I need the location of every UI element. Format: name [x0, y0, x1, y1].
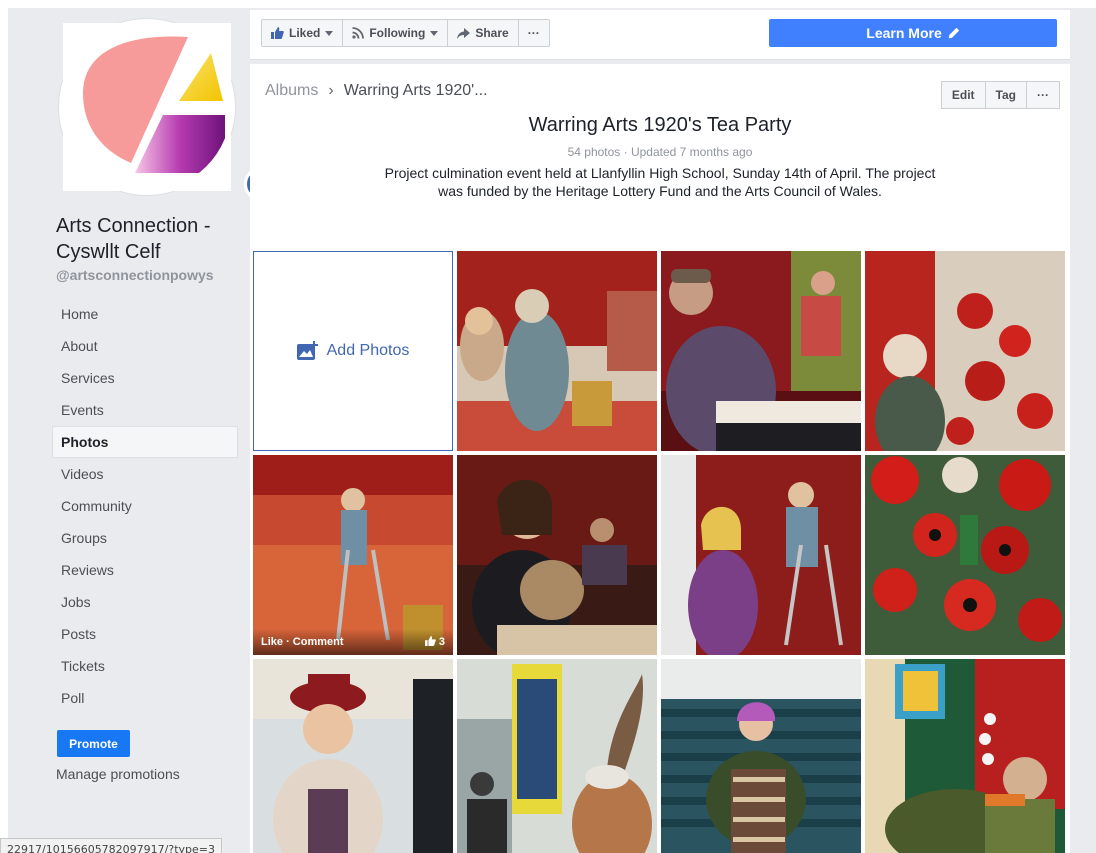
thumbs-up-icon — [424, 636, 436, 646]
nav-item-jobs[interactable]: Jobs — [52, 586, 238, 618]
photo-two-women-ladder — [661, 455, 861, 655]
pencil-icon — [948, 27, 959, 39]
profile-picture[interactable] — [58, 18, 278, 201]
photo-poppy-closeup — [865, 455, 1065, 655]
photo-girl-puppet — [457, 455, 657, 655]
photo-thumbnail[interactable] — [661, 455, 861, 655]
action-button-group: Liked Following Share ··· — [261, 19, 550, 47]
photo-thumbnail[interactable]: Like · Comment 3 — [253, 455, 453, 655]
add-photo-icon — [296, 341, 318, 360]
following-button[interactable]: Following — [342, 19, 449, 47]
like-count: 3 — [424, 636, 445, 648]
learn-more-button[interactable]: Learn More — [769, 19, 1057, 47]
photo-piano-player — [661, 251, 861, 451]
rss-icon — [352, 27, 365, 39]
page-handle[interactable]: @artsconnectionpowys — [56, 267, 214, 283]
liked-label: Liked — [289, 26, 321, 40]
left-sidebar: Arts Connection - Cyswllt Celf @artsconn… — [8, 8, 278, 853]
chevron-down-icon — [325, 30, 334, 36]
photo-thumbnail[interactable] — [457, 455, 657, 655]
add-photos-tile[interactable]: Add Photos — [253, 251, 453, 451]
breadcrumb-separator: › — [328, 82, 334, 99]
breadcrumb-albums-link[interactable]: Albums — [265, 82, 318, 100]
photo-woman-red-hat — [253, 659, 453, 853]
album-more-button[interactable]: ··· — [1026, 81, 1060, 109]
nav-item-events[interactable]: Events — [52, 394, 238, 426]
breadcrumb-current: Warring Arts 1920'... — [343, 82, 488, 99]
add-photos-label: Add Photos — [326, 342, 410, 359]
nav-item-photos[interactable]: Photos — [52, 426, 238, 458]
nav-item-services[interactable]: Services — [52, 362, 238, 394]
more-actions-button[interactable]: ··· — [517, 19, 550, 47]
share-label: Share — [475, 26, 509, 40]
nav-item-about[interactable]: About — [52, 330, 238, 362]
nav-item-community[interactable]: Community — [52, 490, 238, 522]
status-bar-url: 22917/10156605782097917/?type=3 — [0, 838, 223, 853]
page-action-bar: Liked Following Share ··· Learn More — [250, 10, 1070, 60]
nav-item-videos[interactable]: Videos — [52, 458, 238, 490]
photo-thumbnail[interactable] — [865, 251, 1065, 451]
chevron-down-icon — [430, 30, 439, 36]
share-arrow-icon — [457, 27, 471, 39]
album-description: Project culmination event held at Llanfy… — [384, 165, 936, 199]
album-panel: Albums › Warring Arts 1920'... Edit Tag … — [250, 64, 1070, 853]
photo-thumbnail[interactable] — [253, 659, 453, 853]
nav-item-tickets[interactable]: Tickets — [52, 650, 238, 682]
photo-thumbnail[interactable] — [457, 659, 657, 853]
photo-stack-of-books — [661, 659, 861, 853]
album-title: Warring Arts 1920's Tea Party — [528, 114, 792, 136]
share-button[interactable]: Share — [447, 19, 519, 47]
liked-button[interactable]: Liked — [261, 19, 344, 47]
nav-item-groups[interactable]: Groups — [52, 522, 238, 554]
like-count-value: 3 — [438, 636, 445, 648]
photo-feather-hat — [457, 659, 657, 853]
photo-thumbnail[interactable] — [865, 659, 1065, 853]
breadcrumb: Albums › Warring Arts 1920'... — [265, 82, 488, 100]
page-name[interactable]: Arts Connection - Cyswllt Celf — [56, 213, 246, 265]
photo-craft-table — [457, 251, 657, 451]
thumbs-up-icon — [271, 27, 284, 39]
photo-thumbnail[interactable] — [661, 659, 861, 853]
manage-promotions-link[interactable]: Manage promotions — [56, 766, 180, 782]
photo-ladder-decorating — [253, 455, 453, 655]
page-navigation: Home About Services Events Photos Videos… — [52, 298, 238, 714]
following-label: Following — [369, 26, 426, 40]
album-toolbar: Edit Tag ··· — [940, 81, 1060, 109]
photo-thumbnail[interactable] — [457, 251, 657, 451]
nav-item-reviews[interactable]: Reviews — [52, 554, 238, 586]
photo-hover-overlay: Like · Comment 3 — [253, 629, 453, 655]
nav-item-home[interactable]: Home — [52, 298, 238, 330]
edit-album-button[interactable]: Edit — [940, 81, 986, 109]
page-background: Arts Connection - Cyswllt Celf @artsconn… — [0, 8, 1096, 853]
arts-connection-logo — [63, 23, 231, 191]
nav-item-posts[interactable]: Posts — [52, 618, 238, 650]
promote-button[interactable]: Promote — [57, 730, 130, 757]
learn-more-label: Learn More — [866, 25, 942, 41]
nav-item-poll[interactable]: Poll — [52, 682, 238, 714]
photo-hanging-artwork — [865, 659, 1065, 853]
photo-poppy-display — [865, 251, 1065, 451]
photo-thumbnail[interactable] — [661, 251, 861, 451]
tag-button[interactable]: Tag — [984, 81, 1027, 109]
like-comment-actions[interactable]: Like · Comment — [261, 636, 344, 648]
album-meta: 54 photos · Updated 7 months ago — [567, 145, 753, 159]
photo-thumbnail[interactable] — [865, 455, 1065, 655]
